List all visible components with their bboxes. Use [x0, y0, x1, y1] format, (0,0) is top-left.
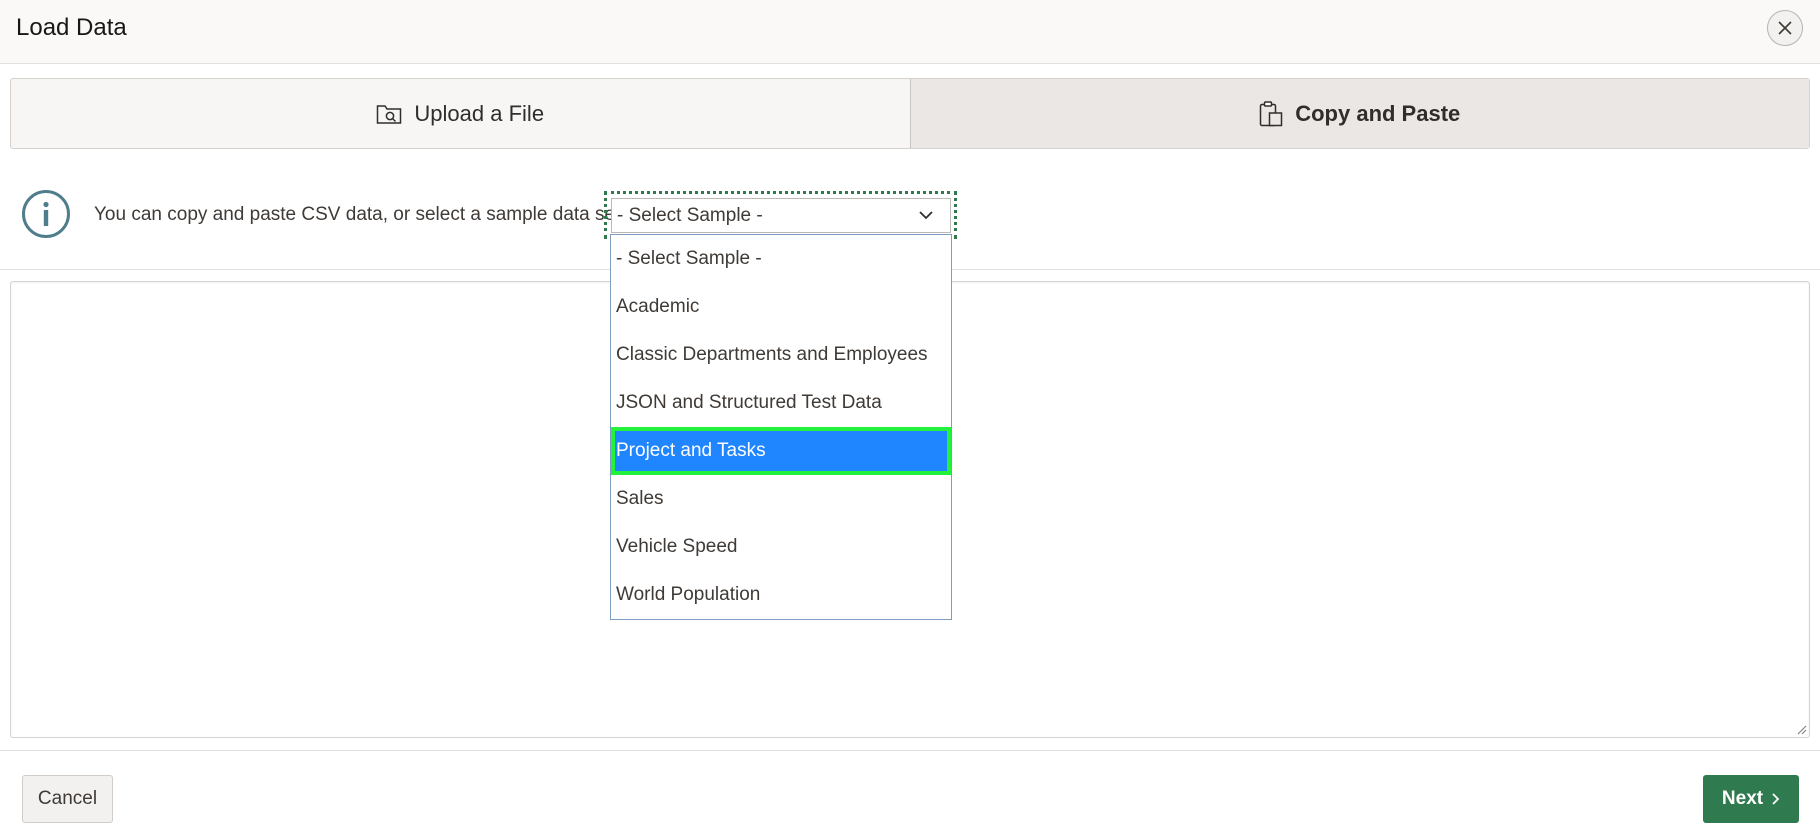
- next-button[interactable]: Next: [1703, 775, 1799, 823]
- chevron-right-icon: [1772, 793, 1780, 805]
- load-method-tabs: Upload a File Copy and Paste: [10, 78, 1810, 149]
- sample-dropdown-list: - Select Sample - Academic Classic Depar…: [610, 234, 952, 620]
- sample-data-select[interactable]: - Select Sample -: [611, 198, 951, 233]
- clipboard-icon: [1259, 100, 1283, 126]
- chevron-down-icon: [919, 211, 933, 220]
- dropdown-option[interactable]: Vehicle Speed: [611, 523, 951, 571]
- close-icon: [1778, 21, 1792, 35]
- select-value: - Select Sample -: [617, 205, 763, 226]
- tab-copy-paste-label: Copy and Paste: [1295, 100, 1461, 126]
- dropdown-option-highlighted[interactable]: Project and Tasks: [611, 427, 951, 475]
- dialog-title: Load Data: [16, 14, 127, 41]
- dropdown-option[interactable]: World Population: [611, 571, 951, 619]
- tab-copy-paste[interactable]: Copy and Paste: [909, 79, 1809, 148]
- close-button[interactable]: [1767, 10, 1803, 46]
- upload-folder-icon: [377, 104, 402, 124]
- tab-upload-file-label: Upload a File: [414, 100, 545, 126]
- dropdown-option[interactable]: Classic Departments and Employees: [611, 331, 951, 379]
- dialog-header: Load Data: [0, 0, 1820, 64]
- cancel-button[interactable]: Cancel: [22, 775, 113, 823]
- info-icon: [22, 190, 70, 238]
- dropdown-option[interactable]: Sales: [611, 475, 951, 523]
- info-text: You can copy and paste CSV data, or sele…: [94, 204, 626, 225]
- next-button-label: Next: [1721, 788, 1764, 809]
- resize-grip-icon[interactable]: [1795, 723, 1807, 735]
- dropdown-option[interactable]: JSON and Structured Test Data: [611, 379, 951, 427]
- dropdown-option[interactable]: - Select Sample -: [611, 235, 951, 283]
- dialog-footer: [0, 750, 1820, 840]
- tab-upload-file[interactable]: Upload a File: [11, 79, 910, 148]
- dropdown-option[interactable]: Academic: [611, 283, 951, 331]
